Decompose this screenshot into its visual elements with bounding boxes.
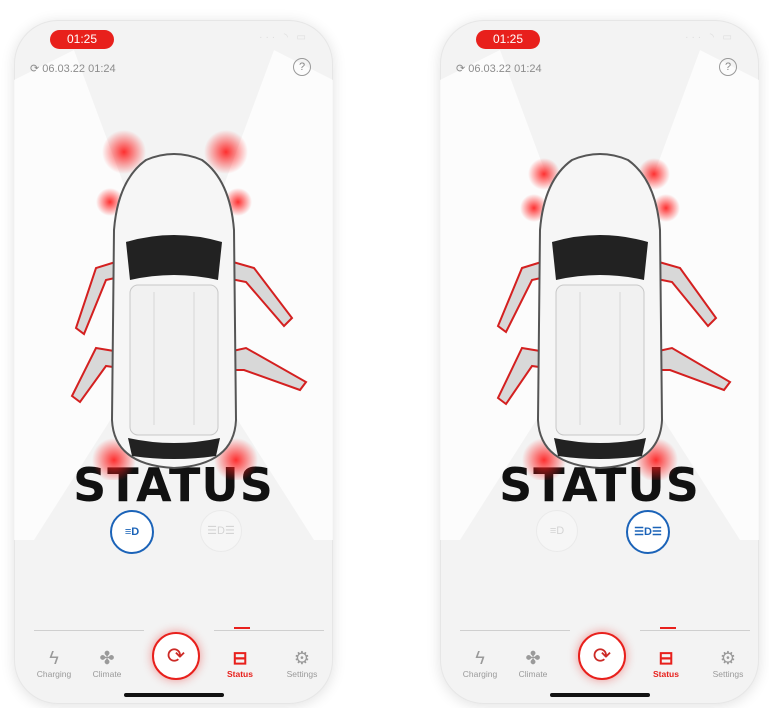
tab-status[interactable]: ⊟ Status [218, 647, 262, 679]
windshield [126, 235, 222, 280]
phone-screen-left: 01:25 ··· ◝ ▭ ⟳ 06.03.22 01:24 ? STATUS … [14, 20, 333, 704]
sync-icon: ⟳ [30, 63, 40, 75]
rear-right-door-open [227, 346, 308, 392]
tab-status[interactable]: ⊟ Status [644, 647, 688, 679]
active-tab-indicator [234, 627, 250, 629]
bolt-icon: ϟ [475, 648, 485, 668]
phone-screen-right: 01:25 ··· ◝ ▭ ⟳ 06.03.22 01:24 ? STATUS … [440, 20, 759, 704]
parking-light-button[interactable]: ☰D☰ [626, 510, 670, 554]
car-door-icon: ⊟ [232, 648, 248, 668]
tab-climate[interactable]: ✤ Climate [511, 647, 555, 679]
rear-right-door-open [653, 346, 732, 392]
help-button[interactable]: ? [719, 58, 737, 76]
tab-divider-right [214, 630, 324, 631]
tab-label: Charging [36, 669, 72, 679]
home-indicator[interactable] [550, 693, 650, 697]
last-sync: ⟳ 06.03.22 01:24 [456, 62, 542, 76]
active-tab-indicator [660, 627, 676, 629]
tab-label: Status [227, 669, 253, 679]
low-beam-button[interactable]: ≡D [536, 510, 578, 552]
car-door-icon: ⊟ [658, 648, 674, 668]
gear-icon: ⚙ [293, 648, 311, 668]
tab-settings[interactable]: ⚙ Settings [280, 647, 324, 679]
tab-label: Status [653, 669, 679, 679]
bottom-tab-bar: ϟ Charging ✤ Climate ⟳ ⊟ Status ⚙ Settin… [440, 595, 759, 704]
refresh-icon: ⟳ [592, 643, 612, 668]
clock-pill: 01:25 [50, 30, 114, 49]
roof [129, 284, 219, 436]
last-sync-time: 06.03.22 01:24 [42, 62, 116, 75]
bottom-tab-bar: ϟ Charging ✤ Climate ⟳ ⊟ Status ⚙ Settin… [14, 595, 333, 704]
refresh-button[interactable]: ⟳ [152, 632, 200, 680]
status-bar-icons: ··· ◝ ▭ [685, 32, 735, 43]
tab-label: Climate [92, 669, 122, 679]
car-top-view [496, 153, 732, 480]
fan-icon: ✤ [525, 648, 541, 668]
bolt-icon: ϟ [49, 648, 59, 668]
roof [555, 284, 645, 436]
tab-label: Climate [518, 669, 548, 679]
refresh-icon: ⟳ [166, 643, 186, 668]
windshield [552, 235, 648, 280]
gear-icon: ⚙ [719, 648, 737, 668]
car-top-view [70, 130, 308, 480]
help-button[interactable]: ? [293, 58, 311, 76]
clock-pill: 01:25 [476, 30, 540, 49]
tab-charging[interactable]: ϟ Charging [32, 647, 76, 679]
low-beam-button[interactable]: ≡D [110, 510, 154, 554]
parking-light-button[interactable]: ☰D☰ [200, 510, 242, 552]
tab-label: Settings [286, 669, 318, 679]
refresh-button[interactable]: ⟳ [578, 632, 626, 680]
last-sync: ⟳ 06.03.22 01:24 [30, 62, 116, 76]
tab-divider-right [640, 630, 750, 631]
tab-divider-left [460, 630, 570, 631]
tab-settings[interactable]: ⚙ Settings [706, 647, 750, 679]
tab-divider-left [34, 630, 144, 631]
tab-label: Charging [462, 669, 498, 679]
fan-icon: ✤ [99, 648, 115, 668]
tab-label: Settings [712, 669, 744, 679]
sync-icon: ⟳ [456, 63, 466, 75]
status-bar-icons: ··· ◝ ▭ [259, 32, 309, 43]
home-indicator[interactable] [124, 693, 224, 697]
last-sync-time: 06.03.22 01:24 [468, 62, 542, 75]
tab-charging[interactable]: ϟ Charging [458, 647, 502, 679]
tab-climate[interactable]: ✤ Climate [85, 647, 129, 679]
